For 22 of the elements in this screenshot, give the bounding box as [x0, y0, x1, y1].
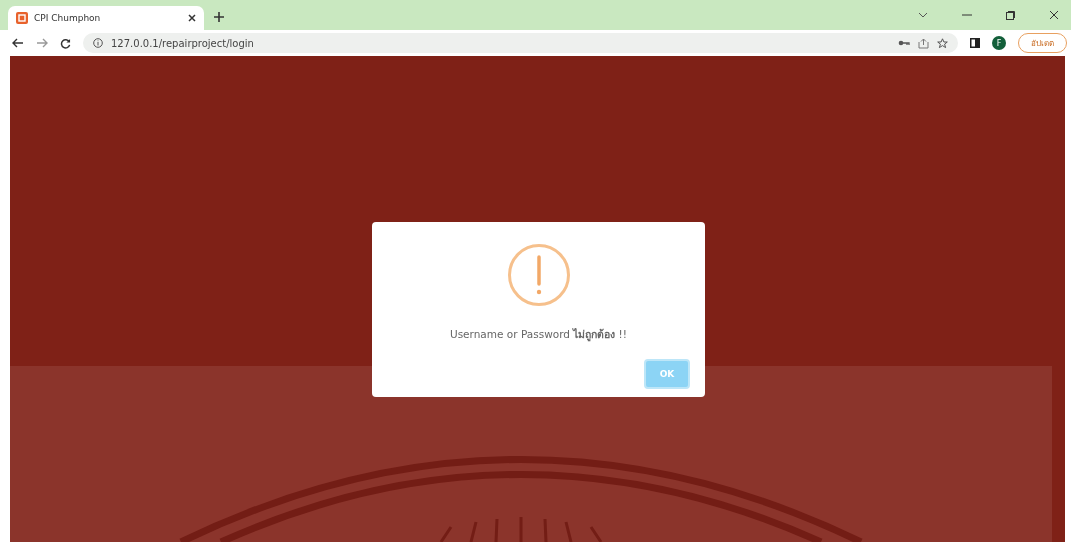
new-tab-icon[interactable] — [214, 12, 224, 22]
error-message: Username or Password ไม่ถูกต้อง !! — [449, 327, 628, 343]
profile-avatar[interactable]: F — [992, 36, 1006, 50]
star-icon[interactable] — [937, 37, 948, 49]
warning-icon — [507, 244, 570, 306]
tab-title: CPI Chumphon — [34, 13, 102, 23]
side-panel-icon[interactable] — [970, 38, 980, 48]
url-text: 127.0.0.1/repairproject/login — [111, 37, 254, 49]
address-bar[interactable]: 127.0.0.1/repairproject/login — [83, 33, 958, 53]
app-logo-icon — [16, 12, 28, 24]
share-icon[interactable] — [918, 37, 929, 49]
browser-tab[interactable]: CPI Chumphon — [8, 6, 204, 30]
update-button[interactable]: อัปเดต — [1018, 33, 1067, 53]
back-arrow-icon[interactable] — [12, 38, 24, 48]
close-icon[interactable] — [1049, 10, 1059, 20]
chevron-down-icon[interactable] — [918, 12, 928, 18]
forward-arrow-icon[interactable] — [36, 38, 48, 48]
restore-icon[interactable] — [1006, 10, 1015, 20]
close-icon[interactable] — [188, 14, 196, 22]
reload-icon[interactable] — [60, 37, 71, 49]
key-icon[interactable] — [898, 40, 910, 46]
info-icon — [93, 38, 103, 48]
